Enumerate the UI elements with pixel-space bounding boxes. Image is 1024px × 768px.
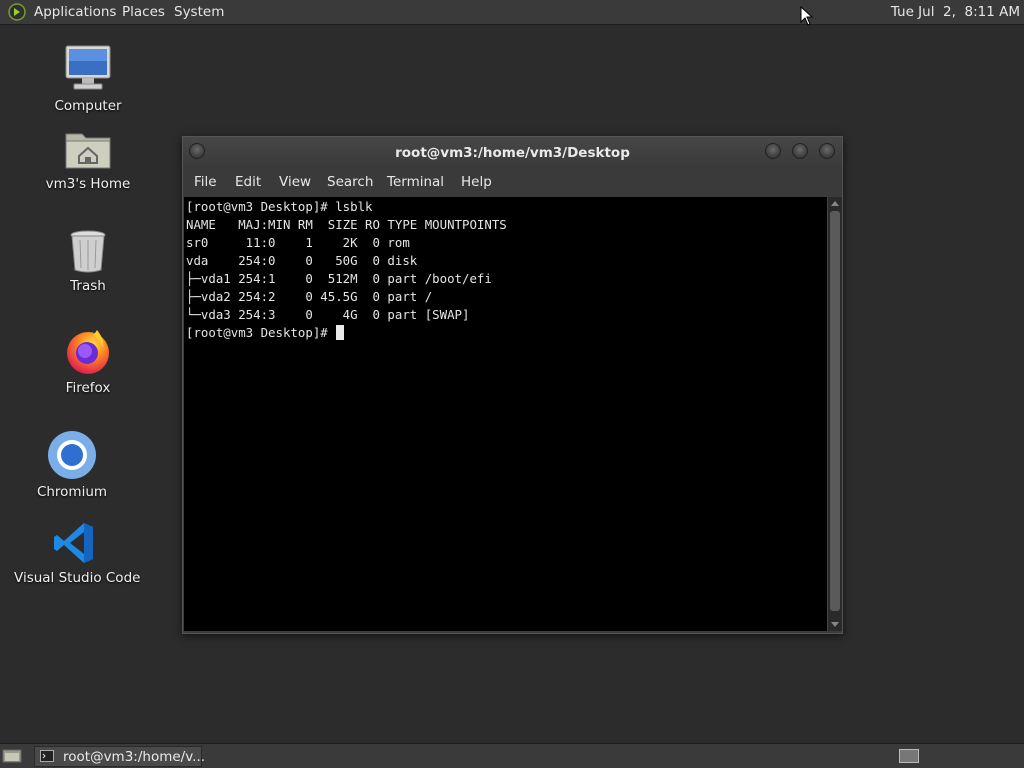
menu-help[interactable]: Help	[461, 174, 492, 190]
clock[interactable]: Tue Jul 2, 8:11 AM	[891, 4, 1020, 20]
scroll-up-arrow-icon[interactable]	[831, 201, 839, 206]
terminal-line: vda 254:0 0 50G 0 disk	[186, 253, 418, 268]
desktop-icon-label: vm3's Home	[45, 176, 131, 192]
desktop-icon-trash[interactable]: Trash	[28, 228, 148, 294]
menu-file[interactable]: File	[194, 174, 217, 190]
menu-edit[interactable]: Edit	[235, 174, 261, 190]
desktop: Applications Places System Tue Jul 2, 8:…	[0, 0, 1024, 768]
terminal-scrollbar[interactable]	[827, 197, 842, 631]
trash-icon	[70, 230, 106, 273]
desktop-icon-computer[interactable]: Computer	[28, 44, 148, 114]
window-titlebar[interactable]: root@vm3:/home/vm3/Desktop	[183, 137, 842, 167]
mouse-pointer-icon	[800, 6, 814, 26]
vscode-icon	[54, 523, 93, 563]
desktop-icon-label: Visual Studio Code	[14, 570, 141, 586]
show-desktop-icon[interactable]	[2, 748, 22, 764]
terminal-line: [root@vm3 Desktop]# lsblk	[186, 199, 373, 214]
maximize-button[interactable]	[792, 143, 808, 159]
desktop-icon-label: Firefox	[65, 380, 111, 396]
terminal-line: └─vda3 254:3 0 4G 0 part [SWAP]	[186, 307, 470, 322]
bottom-panel: root@vm3:/home/v...	[0, 743, 1024, 768]
desktop-icon-label: Computer	[54, 98, 122, 114]
places-menu[interactable]: Places	[122, 4, 165, 20]
desktop-icon-home[interactable]: vm3's Home	[28, 128, 148, 192]
chromium-icon	[48, 431, 96, 479]
window-title: root@vm3:/home/vm3/Desktop	[395, 145, 630, 161]
close-button[interactable]	[819, 143, 835, 159]
desktop-icon-label: Trash	[70, 278, 106, 294]
desktop-icon-firefox[interactable]: Firefox	[28, 326, 148, 396]
menu-view[interactable]: View	[279, 174, 311, 190]
taskbar-terminal-button[interactable]: root@vm3:/home/v...	[34, 746, 206, 767]
terminal-prompt-line: [root@vm3 Desktop]#	[186, 324, 345, 342]
taskbar-button-label: root@vm3:/home/v...	[63, 749, 206, 765]
system-menu[interactable]: System	[174, 4, 224, 20]
workspace-switcher[interactable]	[899, 749, 919, 763]
applications-menu[interactable]: Applications	[34, 4, 116, 20]
menu-terminal[interactable]: Terminal	[387, 174, 444, 190]
terminal-line: ├─vda1 254:1 0 512M 0 part /boot/efi	[186, 271, 492, 286]
scroll-down-arrow-icon[interactable]	[831, 622, 839, 627]
scrollbar-thumb[interactable]	[830, 211, 840, 611]
distro-logo-icon[interactable]	[8, 3, 26, 21]
terminal-line: ├─vda2 254:2 0 45.5G 0 part /	[186, 289, 433, 304]
top-panel: Applications Places System Tue Jul 2, 8:…	[0, 0, 1024, 25]
terminal-icon	[40, 750, 54, 762]
menu-search[interactable]: Search	[327, 174, 373, 190]
terminal-line: NAME MAJ:MIN RM SIZE RO TYPE MOUNTPOINTS	[186, 217, 507, 232]
terminal-output[interactable]: [root@vm3 Desktop]# lsblk NAME MAJ:MIN R…	[184, 197, 827, 631]
desktop-icon-chromium[interactable]: Chromium	[12, 430, 132, 500]
terminal-line: sr0 11:0 1 2K 0 rom	[186, 235, 410, 250]
terminal-prompt: [root@vm3 Desktop]#	[186, 325, 336, 340]
desktop-icon-vscode[interactable]: Visual Studio Code	[14, 520, 141, 586]
text-cursor	[336, 325, 345, 340]
home-folder-icon	[65, 133, 111, 169]
terminal-window[interactable]: root@vm3:/home/vm3/Desktop File Edit Vie…	[182, 136, 843, 634]
firefox-icon	[67, 330, 109, 374]
minimize-button[interactable]	[765, 143, 781, 159]
desktop-icon-label: Chromium	[36, 484, 108, 500]
computer-icon	[65, 45, 111, 90]
terminal-menubar: File Edit View Search Terminal Help	[183, 167, 842, 197]
